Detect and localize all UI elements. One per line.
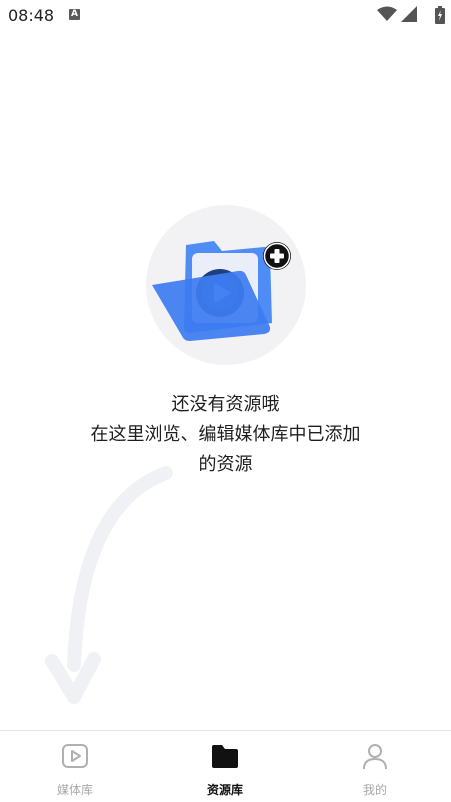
curved-arrow-icon bbox=[45, 466, 173, 704]
empty-folder-illustration bbox=[146, 205, 306, 365]
notification-a-icon: A bbox=[69, 9, 80, 20]
status-time: 08:48 bbox=[8, 6, 55, 25]
play-square-icon bbox=[62, 744, 88, 768]
nav-item-resource-library[interactable]: 资源库 bbox=[150, 731, 300, 802]
nav-item-me[interactable]: 我的 bbox=[300, 731, 450, 802]
person-icon bbox=[363, 744, 387, 770]
folder-icon bbox=[212, 745, 238, 768]
nav-item-media-library[interactable]: 媒体库 bbox=[0, 731, 150, 802]
folder-video-add-icon bbox=[152, 241, 291, 341]
nav-label: 我的 bbox=[362, 783, 387, 797]
empty-state-description-line: 在这里浏览、编辑媒体库中已添加 bbox=[90, 424, 361, 445]
nav-label: 媒体库 bbox=[56, 783, 93, 797]
bottom-nav: 媒体库 资源库 我的 bbox=[0, 730, 451, 802]
status-bar: 08:48 A bbox=[0, 0, 451, 32]
battery-icon bbox=[435, 6, 445, 24]
wifi-icon bbox=[377, 6, 397, 21]
nav-label: 资源库 bbox=[206, 783, 243, 797]
signal-icon bbox=[401, 6, 417, 22]
empty-state-title: 还没有资源哦 bbox=[171, 394, 280, 415]
